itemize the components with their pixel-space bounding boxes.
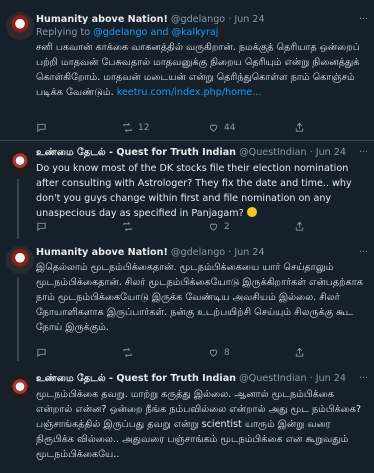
tweet-text-body: Do you know most of the DK stocks file t… [36,163,352,219]
tweet-text-body: மூடநம்பிக்கை தவறு. மாற்று கருத்து இல்லை.… [36,389,362,460]
author-name[interactable]: உண்மை தேடல் - Quest for Truth Indian [36,147,236,158]
share-button[interactable] [294,347,305,358]
tweet-2[interactable]: ··· உண்மை தேடல் - Quest for Truth Indian… [0,141,374,239]
avatar[interactable] [6,12,34,40]
reply-button[interactable] [36,347,52,358]
avatar[interactable] [6,148,34,176]
replying-to: Replying to @gdelango and @kalkyraj [36,27,368,38]
avatar[interactable] [6,246,34,274]
tweet-header: Humanity above Nation! @gdelango · Jun 2… [36,14,368,25]
replying-to-users[interactable]: @gdelango and @kalkyraj [93,27,218,38]
author-handle[interactable]: @QuestIndian · Jun 24 [239,373,346,384]
retweet-count: 12 [138,122,150,133]
share-icon [295,122,304,132]
like-count: 44 [224,122,236,133]
like-button[interactable]: 2 [208,221,230,232]
reply-icon [37,222,46,232]
share-icon [295,221,304,231]
retweet-icon [123,348,132,357]
thread-line [17,277,19,361]
grinning-face-icon [246,207,257,217]
tweet-text: சனி பகவான் காக்கை வாகனத்தில் வருகிறான். … [36,40,368,100]
tweet-3[interactable]: ··· Humanity above Nation! @gdelango · J… [0,239,374,361]
avatar[interactable] [6,374,34,402]
author-name[interactable]: Humanity above Nation! [36,14,168,25]
reply-button[interactable] [36,122,52,133]
tweet-actions: 8 [36,347,354,361]
thread-line [17,179,19,239]
author-handle[interactable]: @gdelango · Jun 24 [171,247,265,258]
retweet-icon [123,123,132,132]
tweet-4[interactable]: ··· உண்மை தேடல் - Quest for Truth Indian… [0,367,374,473]
author-handle[interactable]: @gdelango · Jun 24 [171,14,265,25]
share-button[interactable] [294,221,305,232]
tweet-text: இதெல்லாம் மூடநம்பிக்கைதான். மூடநம்பிக்கை… [36,260,368,335]
author-name[interactable]: உண்மை தேடல் - Quest for Truth Indian [36,373,236,384]
retweet-button[interactable] [122,221,138,232]
tweet-header: உண்மை தேடல் - Quest for Truth Indian @Qu… [36,373,368,385]
tweet-text: Do you know most of the DK stocks file t… [36,161,368,221]
author-name[interactable]: Humanity above Nation! [36,247,168,258]
tweet-header: Humanity above Nation! @gdelango · Jun 2… [36,247,368,258]
tweet-1[interactable]: ··· Humanity above Nation! @gdelango · J… [0,6,374,134]
reply-icon [37,123,46,133]
tweet-thread: ··· Humanity above Nation! @gdelango · J… [0,0,374,473]
author-handle[interactable]: @QuestIndian · Jun 24 [239,147,346,158]
like-count: 8 [224,347,230,358]
tweet-actions: 2 [36,221,354,235]
tweet-text-body: இதெல்லாம் மூடநம்பிக்கைதான். மூடநம்பிக்கை… [36,262,363,333]
replying-to-prefix: Replying to [36,27,91,38]
share-icon [295,347,304,357]
tweet-link[interactable]: keetru.com/index.php/home... [117,87,262,98]
reply-button[interactable] [36,221,52,232]
retweet-icon [123,222,132,231]
like-button[interactable]: 8 [208,347,230,358]
tweet-header: உண்மை தேடல் - Quest for Truth Indian @Qu… [36,147,368,159]
like-count: 2 [224,221,230,232]
retweet-button[interactable] [122,347,138,358]
share-button[interactable] [294,122,305,133]
heart-icon [209,349,218,357]
like-button[interactable]: 44 [208,122,235,133]
retweet-button[interactable]: 12 [122,122,149,133]
tweet-actions: 12 44 [36,122,354,136]
reply-icon [37,348,46,358]
heart-icon [209,223,218,231]
tweet-text: மூடநம்பிக்கை தவறு. மாற்று கருத்து இல்லை.… [36,387,368,462]
heart-icon [209,124,218,132]
